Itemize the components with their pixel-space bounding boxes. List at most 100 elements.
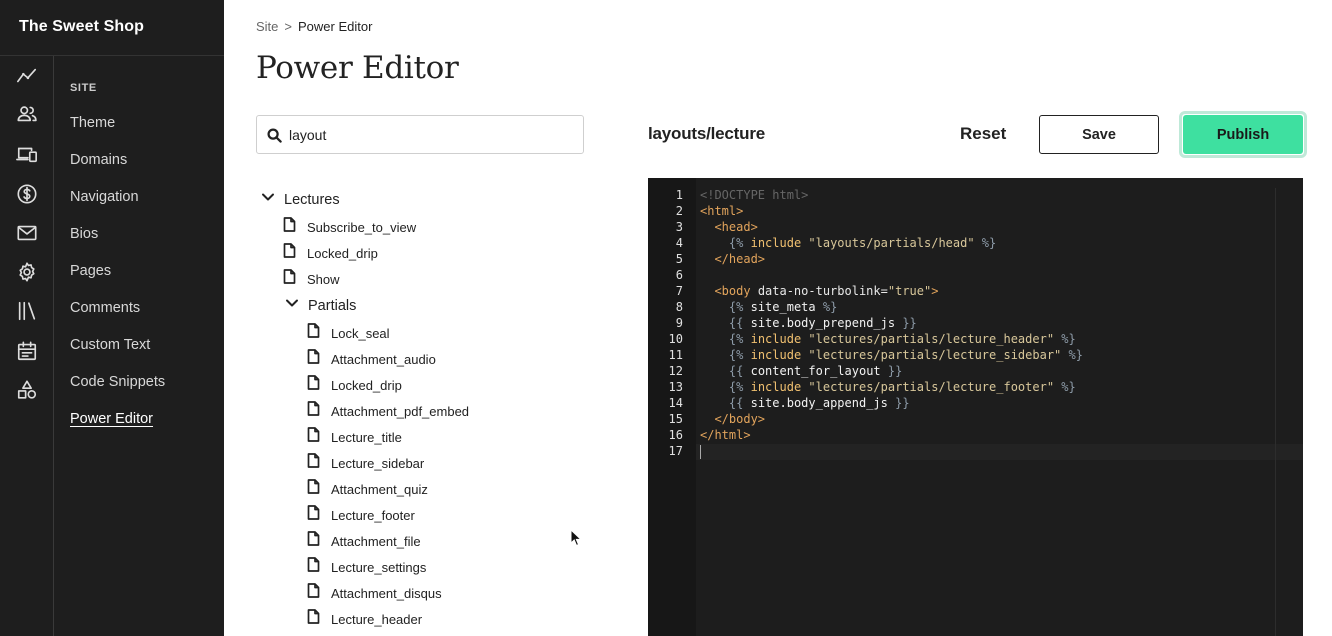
code-text-area[interactable]: <!DOCTYPE html> <html> <head> {% include … [696,178,1303,636]
tree-file-attachment-disqus[interactable]: Attachment_disqus [307,583,442,603]
tree-file-lecture-footer[interactable]: Lecture_footer [307,505,415,525]
breadcrumb-site-link[interactable]: Site [256,19,278,34]
code-token: <!DOCTYPE html> [700,188,809,202]
file-icon [307,453,320,473]
file-icon [307,583,320,603]
tree-file-attachment-quiz[interactable]: Attachment_quiz [307,479,428,499]
file-icon [307,609,320,629]
tree-file-locked-drip[interactable]: Locked_drip [307,375,402,395]
dollar-icon[interactable] [15,182,39,206]
nav-item-code-snippets[interactable]: Code Snippets [70,374,165,390]
code-token: "lectures/partials/lecture_sidebar" [808,348,1062,362]
nav-item-power-editor[interactable]: Power Editor [70,411,153,427]
code-token: content_for_layout [750,364,881,378]
analytics-icon[interactable] [15,64,39,88]
nav-item-custom-text[interactable]: Custom Text [70,337,150,353]
brand-name[interactable]: The Sweet Shop [19,18,144,36]
code-line: </html> [700,428,751,442]
code-line: {{ site.body_append_js }} [700,396,910,410]
file-icon [307,427,320,447]
shapes-icon[interactable] [15,378,39,402]
tree-file-locked-drip[interactable]: Locked_drip [283,243,378,263]
editor-file-path: layouts/lecture [648,124,765,143]
tree-file-subscribe-to-view[interactable]: Subscribe_to_view [283,217,416,237]
publish-button[interactable]: Publish [1183,115,1303,154]
gear-icon[interactable] [15,260,39,284]
chevron-down-icon [285,296,299,315]
reset-button[interactable]: Reset [960,124,1006,144]
code-token: </body> [714,412,766,426]
code-token: %} [1061,348,1083,362]
code-line: {% site_meta %} [700,300,837,314]
code-token: > [931,284,939,298]
search-icon [267,128,282,143]
save-button[interactable]: Save [1039,115,1159,154]
tree-file-lecture-settings[interactable]: Lecture_settings [307,557,426,577]
tree-file-lecture-title[interactable]: Lecture_title [307,427,402,447]
file-icon [307,375,320,395]
line-number: 11 [668,348,683,362]
tree-file-label: Attachment_disqus [331,585,442,601]
code-token: <head> [714,220,758,234]
code-token: "lectures/partials/lecture_footer" [808,380,1055,394]
chevron-down-icon [261,190,275,209]
code-editor[interactable]: 1 2 3 4 5 6 7 8 9 10 11 12 13 14 15 16 17 <!DOCTYPE html… [648,178,1303,636]
code-token: site_meta [750,300,816,314]
file-icon [307,349,320,369]
nav-item-comments[interactable]: Comments [70,300,140,316]
users-icon[interactable] [15,102,39,126]
tree-file-attachment-file[interactable]: Attachment_file [307,531,421,551]
file-icon [283,217,296,237]
nav-item-domains[interactable]: Domains [70,152,127,168]
nav-item-navigation[interactable]: Navigation [70,189,139,205]
library-icon[interactable] [15,299,39,323]
code-token: }} [880,364,903,378]
tree-folder-partials[interactable]: Partials [285,296,356,315]
nav-item-pages[interactable]: Pages [70,263,111,279]
code-token: </head> [714,252,766,266]
calendar-icon[interactable] [15,339,39,363]
mouse-pointer-icon [570,529,582,547]
devices-icon[interactable] [15,142,39,166]
tree-file-label: Lecture_header [331,611,423,627]
code-line: <head> [700,220,758,234]
nav-item-bios[interactable]: Bios [70,226,98,242]
tree-file-show[interactable]: Show [283,269,340,289]
tree-folder-label: Lectures [284,191,340,208]
mail-icon[interactable] [15,221,39,245]
tree-file-label: Attachment_pdf_embed [331,403,470,419]
tree-folder-lectures[interactable]: Lectures [261,190,340,209]
code-token: site.body_append_js [750,396,888,410]
code-token: include [750,348,802,362]
code-line: {{ content_for_layout }} [700,364,902,378]
tree-file-label: Lecture_title [331,429,402,445]
search-box[interactable] [256,115,584,154]
search-input[interactable] [289,116,579,153]
nav-item-theme[interactable]: Theme [70,115,115,131]
line-number: 2 [675,204,683,218]
code-token: }} [895,316,917,330]
app-sidebar: The Sweet Shop SITE Theme Domains Naviga… [0,0,224,636]
file-icon [307,531,320,551]
line-number: 9 [675,316,683,330]
tree-file-label: Lock_seal [331,325,390,341]
tree-file-label: Show [307,271,340,287]
tree-file-label: Lecture_sidebar [331,455,425,471]
tree-file-lecture-header[interactable]: Lecture_header [307,609,422,629]
line-number: 7 [675,284,683,298]
tree-file-label: Lecture_footer [331,507,415,523]
tree-file-lecture-sidebar[interactable]: Lecture_sidebar [307,453,424,473]
tree-file-attachment-audio[interactable]: Attachment_audio [307,349,436,369]
code-token: {% [728,348,751,362]
tree-file-label: Locked_drip [307,245,378,261]
line-number: 12 [668,364,683,378]
text-caret [700,445,701,459]
tree-file-lock-seal[interactable]: Lock_seal [307,323,390,343]
tree-file-attachment-pdf-embed[interactable]: Attachment_pdf_embed [307,401,469,421]
code-token: "lectures/partials/lecture_header" [808,332,1055,346]
line-number: 14 [668,396,683,410]
